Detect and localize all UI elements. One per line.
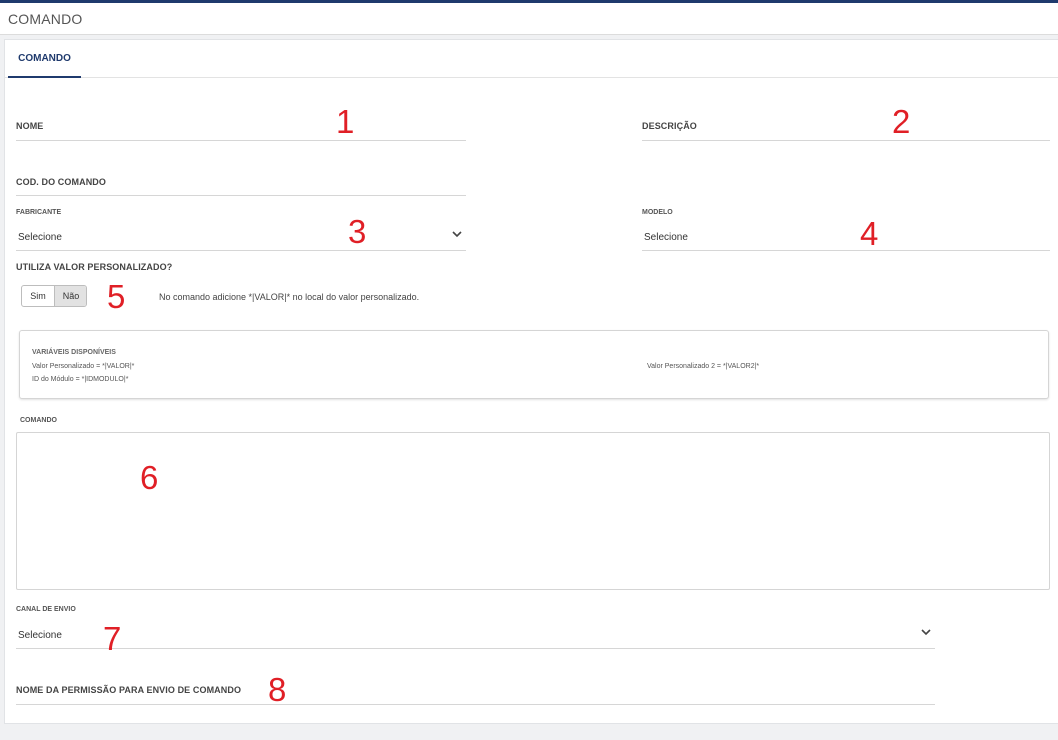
canal-envio-select[interactable]: Selecione: [18, 630, 62, 641]
canal-envio-label: CANAL DE ENVIO: [16, 606, 76, 613]
cod-comando-label: COD. DO COMANDO: [16, 177, 106, 187]
annotation-marker-7: 7: [103, 620, 122, 657]
chevron-down-icon[interactable]: [451, 229, 463, 239]
modelo-select[interactable]: Selecione: [644, 232, 688, 243]
annotation-marker-5: 5: [107, 278, 126, 315]
page-header: COMANDO: [0, 3, 1058, 35]
annotation-marker-8: 8: [268, 671, 287, 708]
annotation-marker-3: 3: [348, 213, 367, 250]
comando-label: COMANDO: [20, 417, 57, 424]
nome-input[interactable]: [16, 140, 466, 141]
variaveis-box: VARIÁVEIS DISPONÍVEIS Valor Personalizad…: [19, 330, 1049, 399]
modelo-label: MODELO: [642, 209, 673, 216]
annotation-marker-1: 1: [336, 103, 355, 140]
variavel-item: Valor Personalizado = *|VALOR|*: [32, 363, 135, 370]
tab-bar: COMANDO: [5, 40, 1058, 78]
valor-personalizado-hint: No comando adicione *|VALOR|* no local d…: [159, 292, 420, 302]
annotation-marker-4: 4: [860, 215, 879, 252]
valor-personalizado-label: UTILIZA VALOR PERSONALIZADO?: [16, 262, 173, 272]
variavel-item: Valor Personalizado 2 = *|VALOR2|*: [647, 363, 760, 370]
descricao-label: DESCRIÇÃO: [642, 121, 697, 131]
nome-label: NOME: [16, 121, 44, 131]
page-title: COMANDO: [8, 11, 83, 27]
chevron-down-icon[interactable]: [920, 627, 932, 637]
variaveis-title: VARIÁVEIS DISPONÍVEIS: [32, 349, 116, 356]
variavel-item: ID do Módulo = *|IDMODULO|*: [32, 376, 129, 383]
fabricante-select[interactable]: Selecione: [18, 232, 62, 243]
toggle-sim-button[interactable]: Sim: [22, 286, 54, 306]
modelo-underline: [642, 250, 1050, 251]
fabricante-underline: [16, 250, 466, 251]
canal-envio-underline: [16, 648, 935, 649]
toggle-nao-button[interactable]: Não: [54, 286, 86, 306]
valor-personalizado-toggle: Sim Não: [21, 285, 87, 307]
comando-textarea[interactable]: [16, 432, 1050, 590]
annotation-marker-2: 2: [892, 103, 911, 140]
annotation-marker-6: 6: [140, 459, 159, 496]
descricao-input[interactable]: [642, 140, 1050, 141]
nome-permissao-input[interactable]: [16, 704, 935, 705]
nome-permissao-label: NOME DA PERMISSÃO PARA ENVIO DE COMANDO: [16, 685, 242, 695]
cod-comando-input[interactable]: [16, 195, 466, 196]
fabricante-label: FABRICANTE: [16, 209, 62, 216]
tab-comando[interactable]: COMANDO: [8, 40, 81, 78]
